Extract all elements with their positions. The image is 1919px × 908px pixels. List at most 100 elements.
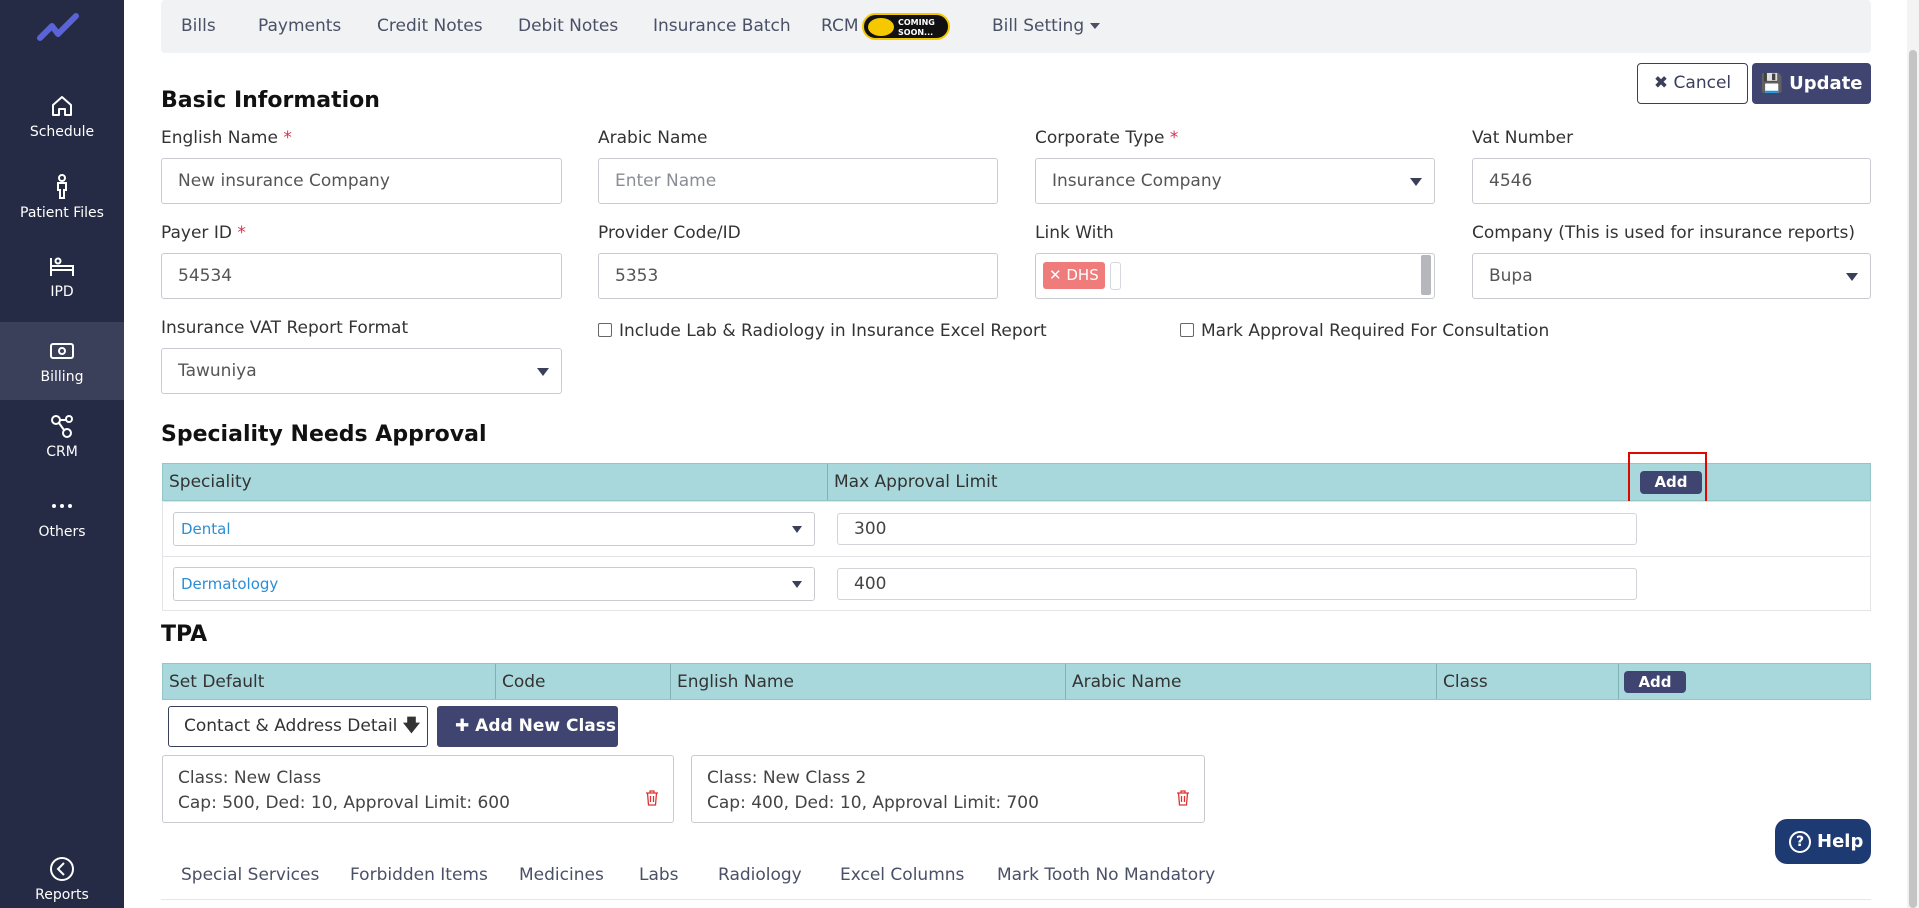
close-icon: ✖ [1653,73,1669,93]
tab-credit-notes[interactable]: Credit Notes [377,16,483,36]
contact-address-button[interactable]: Contact & Address Detail 🡇 [168,706,428,747]
update-label: Update [1789,73,1863,94]
max-approval-input[interactable]: 400 [837,568,1637,600]
arabic-name-label: Arabic Name [598,128,708,148]
arrow-down-icon: 🡇 [402,716,421,736]
caret-down-icon [1090,23,1101,29]
add-tpa-button[interactable]: Add [1624,671,1686,693]
col-arabic-name: Arabic Name [1065,664,1181,699]
tab-divider [161,899,1871,900]
col-set-default: Set Default [169,672,265,692]
cancel-label: Cancel [1673,73,1732,93]
remove-chip-icon[interactable]: ✕ [1049,266,1062,284]
corporate-type-select[interactable]: Insurance Company [1035,158,1435,204]
tab-special-services[interactable]: Special Services [181,865,319,885]
vat-number-label: Vat Number [1472,128,1574,148]
required-mark: * [237,223,246,243]
tab-insurance-batch[interactable]: Insurance Batch [653,16,791,36]
speciality-select[interactable]: Dermatology [173,567,815,601]
sidebar-item-patient-files[interactable]: Patient Files [0,173,124,233]
provider-code-input[interactable]: 5353 [598,253,998,299]
add-new-class-label: Add New Class [475,716,616,736]
class-title: Class: New Class 2 [707,768,867,788]
sidebar-item-others[interactable]: Others [0,492,124,552]
sidebar-item-label: Schedule [29,124,95,140]
tab-bills[interactable]: Bills [181,16,216,36]
bill-setting-label: Bill Setting [992,16,1085,36]
sidebar-item-ipd[interactable]: IPD [0,252,124,308]
link-chip-dhs[interactable]: ✕ DHS [1043,262,1105,289]
scrollbar-thumb[interactable] [1909,50,1917,908]
link-with-scrollbar[interactable] [1421,255,1431,295]
tab-mark-tooth[interactable]: Mark Tooth No Mandatory [997,865,1215,885]
table-row: Dental 300 [162,501,1871,557]
vat-report-format-label: Insurance VAT Report Format [161,318,409,338]
speciality-table-header: Speciality Max Approval Limit [162,463,1871,501]
sidebar-item-billing[interactable]: Billing [0,322,124,400]
vat-report-format-select[interactable]: Tawuniya [161,348,562,394]
vat-report-format-value: Tawuniya [178,361,257,381]
english-name-label: English Name * [161,128,292,148]
speciality-title: Speciality Needs Approval [161,422,487,447]
trash-icon[interactable] [645,790,659,806]
tab-debit-notes[interactable]: Debit Notes [518,16,618,36]
update-button[interactable]: 💾 Update [1752,63,1871,104]
coming-soon-badge: COMING SOON... [862,13,950,40]
megaphone-icon [868,18,894,36]
class-title: Class: New Class [178,768,322,788]
sidebar-item-label: CRM [46,444,78,460]
add-new-class-button[interactable]: ✚ Add New Class [437,706,618,747]
sidebar-item-label: Billing [40,369,84,385]
mark-approval-checkbox[interactable] [1180,323,1194,337]
caret-down-icon [537,368,549,376]
english-name-input[interactable]: New insurance Company [161,158,562,204]
sidebar-item-crm[interactable]: CRM [0,412,124,472]
plus-icon: ✚ [455,716,470,736]
link-chip-label: DHS [1066,266,1099,284]
payer-id-input[interactable]: 54534 [161,253,562,299]
tab-excel-columns[interactable]: Excel Columns [840,865,964,885]
sidebar-item-label: Patient Files [20,205,104,221]
speciality-value: Dental [181,520,231,538]
highlight-box [1628,452,1707,506]
col-speciality: Speciality [169,472,252,492]
coming-soon-line1: COMING [898,18,935,27]
tab-medicines[interactable]: Medicines [519,865,604,885]
max-approval-input[interactable]: 300 [837,513,1637,545]
speciality-select[interactable]: Dental [173,512,815,546]
tpa-table-header: Set Default Code English Name Arabic Nam… [162,663,1871,700]
provider-code-label: Provider Code/ID [598,223,741,243]
coming-soon-line2: SOON... [898,28,934,37]
help-button[interactable]: ? Help [1775,819,1871,864]
page-scrollbar[interactable] [1907,0,1919,908]
tab-payments[interactable]: Payments [258,16,341,36]
tab-forbidden-items[interactable]: Forbidden Items [350,865,488,885]
include-lab-checkbox[interactable] [598,323,612,337]
tab-rcm[interactable]: RCM [821,16,859,36]
class-detail: Cap: 500, Ded: 10, Approval Limit: 600 [178,793,510,813]
required-mark: * [1169,128,1179,148]
trash-icon[interactable] [1176,790,1190,806]
bed-icon [50,257,74,276]
col-english-name: English Name [670,664,794,699]
link-with-search-input[interactable] [1110,262,1121,290]
question-icon: ? [1789,831,1811,853]
home-icon [52,96,72,116]
network-icon [51,415,73,438]
company-value: Bupa [1489,266,1533,286]
tab-radiology[interactable]: Radiology [718,865,802,885]
mark-approval-label: Mark Approval Required For Consultation [1201,321,1550,341]
more-icon [52,504,72,508]
sidebar-item-label: Others [38,524,86,540]
sidebar-item-reports[interactable]: Reports [0,855,124,908]
sidebar-item-schedule[interactable]: Schedule [0,92,124,152]
tab-bill-setting[interactable]: Bill Setting [992,16,1101,36]
vat-number-input[interactable]: 4546 [1472,158,1871,204]
arabic-name-input[interactable]: Enter Name [598,158,998,204]
class-card: Class: New Class Cap: 500, Ded: 10, Appr… [162,755,674,823]
speciality-value: Dermatology [181,575,279,593]
app-logo[interactable] [36,8,86,48]
tab-labs[interactable]: Labs [639,865,679,885]
cancel-button[interactable]: ✖ Cancel [1637,63,1748,104]
company-select[interactable]: Bupa [1472,253,1871,299]
